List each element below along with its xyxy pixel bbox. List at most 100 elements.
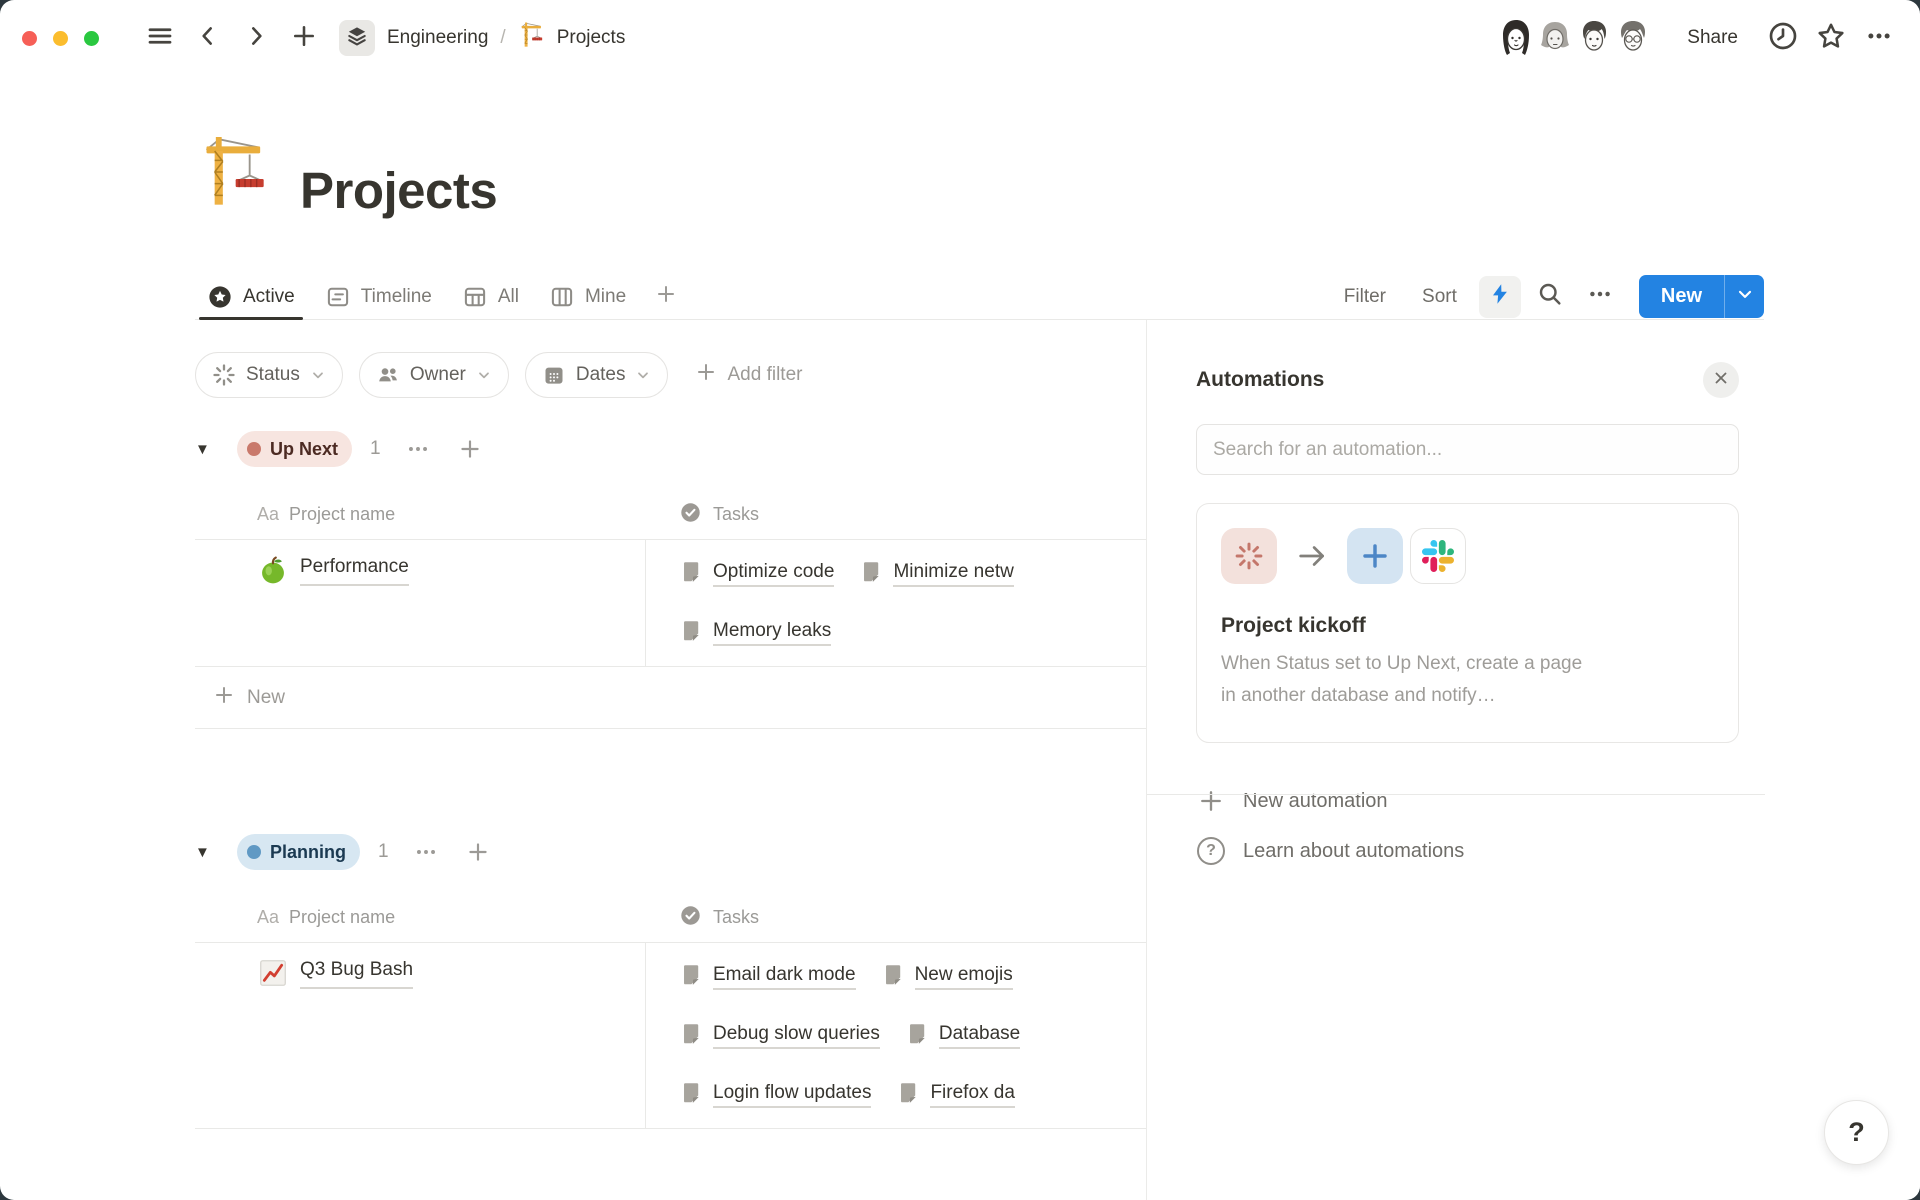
task-link[interactable]: Database bbox=[906, 1022, 1020, 1050]
tab-active[interactable]: Active bbox=[195, 274, 307, 319]
chevron-down-icon bbox=[310, 367, 326, 383]
automations-panel-header: Automations bbox=[1196, 362, 1739, 398]
automations-title: Automations bbox=[1196, 368, 1324, 392]
filter-chip-owner[interactable]: Owner bbox=[359, 352, 509, 398]
task-label: Email dark mode bbox=[713, 964, 856, 990]
column-label: Tasks bbox=[713, 907, 759, 928]
favorite-button[interactable] bbox=[1812, 19, 1850, 57]
task-link[interactable]: New emojis bbox=[882, 963, 1013, 991]
table-row[interactable]: Q3 Bug Bash Email dark mode New emojis D… bbox=[195, 943, 1146, 1129]
column-header-project-name[interactable]: Aa Project name bbox=[195, 907, 645, 928]
star-icon bbox=[1815, 20, 1847, 57]
group-more-button[interactable] bbox=[405, 436, 431, 462]
filter-chip-label: Dates bbox=[576, 364, 626, 386]
forward-button[interactable] bbox=[239, 21, 273, 55]
group-more-button[interactable] bbox=[413, 839, 439, 865]
task-label: Minimize netw bbox=[893, 561, 1013, 587]
zoom-window-button[interactable] bbox=[84, 31, 99, 46]
add-filter-label: Add filter bbox=[727, 364, 802, 386]
check-circle-icon bbox=[679, 501, 702, 529]
task-link[interactable]: Firefox da bbox=[897, 1081, 1014, 1109]
column-header-tasks[interactable]: Tasks bbox=[645, 501, 1146, 529]
column-header-project-name[interactable]: Aa Project name bbox=[195, 504, 645, 525]
task-link[interactable]: Debug slow queries bbox=[680, 1022, 880, 1050]
workspace-icon[interactable] bbox=[339, 20, 375, 56]
filter-bar: Status Owner Dates Add filter bbox=[195, 352, 812, 398]
table-icon bbox=[462, 284, 488, 310]
green-apple-icon bbox=[257, 554, 289, 591]
filter-button[interactable]: Filter bbox=[1330, 286, 1400, 308]
automation-search[interactable] bbox=[1196, 424, 1739, 475]
tab-all[interactable]: All bbox=[450, 274, 531, 319]
status-pill[interactable]: Up Next bbox=[237, 431, 352, 467]
new-record-label[interactable]: New bbox=[1639, 275, 1724, 318]
new-automation-button[interactable]: New automation bbox=[1196, 787, 1739, 815]
tab-label: All bbox=[498, 286, 519, 308]
collapse-triangle-icon[interactable]: ▼ bbox=[195, 844, 221, 861]
task-link[interactable]: Optimize code bbox=[680, 560, 834, 588]
breadcrumb-workspace-label: Engineering bbox=[387, 27, 488, 49]
group-add-button[interactable] bbox=[465, 839, 491, 865]
filter-chip-status[interactable]: Status bbox=[195, 352, 343, 398]
collapse-triangle-icon[interactable]: ▼ bbox=[195, 441, 221, 458]
breadcrumb-workspace[interactable]: Engineering bbox=[387, 27, 488, 49]
slack-icon bbox=[1410, 528, 1466, 584]
tab-mine[interactable]: Mine bbox=[537, 274, 638, 319]
new-record-button[interactable]: New bbox=[1639, 275, 1764, 318]
status-pill[interactable]: Planning bbox=[237, 834, 360, 870]
page-more-button[interactable] bbox=[1860, 19, 1898, 57]
minimize-window-button[interactable] bbox=[53, 31, 68, 46]
help-button[interactable]: ? bbox=[1824, 1100, 1889, 1165]
filter-chip-label: Owner bbox=[410, 364, 466, 386]
lightning-bolt-icon bbox=[1488, 282, 1512, 311]
back-button[interactable] bbox=[191, 21, 225, 55]
group-header: ▼ Up Next 1 bbox=[195, 430, 1146, 468]
column-header-tasks[interactable]: Tasks bbox=[645, 904, 1146, 932]
filter-chip-dates[interactable]: Dates bbox=[525, 352, 669, 398]
project-title-link[interactable]: Q3 Bug Bash bbox=[300, 955, 413, 989]
share-button[interactable]: Share bbox=[1687, 27, 1738, 49]
tasks-cell: Email dark mode New emojis Debug slow qu… bbox=[645, 943, 1146, 1128]
view-more-button[interactable] bbox=[1579, 276, 1621, 318]
sort-button[interactable]: Sort bbox=[1408, 286, 1471, 308]
avatar[interactable] bbox=[1492, 14, 1540, 62]
crane-icon-large[interactable] bbox=[196, 130, 280, 219]
tab-label: Timeline bbox=[361, 286, 432, 308]
updates-button[interactable] bbox=[1764, 19, 1802, 57]
table-row[interactable]: Performance Optimize code Minimize netw … bbox=[195, 540, 1146, 667]
group-planning: ▼ Planning 1 Aa Project name Tasks bbox=[195, 833, 1146, 1129]
new-page-button[interactable] bbox=[287, 21, 321, 55]
task-link[interactable]: Memory leaks bbox=[680, 619, 831, 647]
tab-timeline[interactable]: Timeline bbox=[313, 274, 444, 319]
project-name-cell[interactable]: Q3 Bug Bash bbox=[195, 943, 645, 1128]
breadcrumb-separator: / bbox=[498, 27, 507, 49]
plus-icon bbox=[694, 360, 718, 390]
column-label: Tasks bbox=[713, 504, 759, 525]
group-name: Planning bbox=[270, 842, 346, 863]
automations-button[interactable] bbox=[1479, 276, 1521, 318]
database-view: ▼ Up Next 1 Aa Project name Tasks bbox=[195, 430, 1146, 1200]
status-spinner-icon bbox=[212, 363, 236, 387]
sidebar-toggle-button[interactable] bbox=[143, 21, 177, 55]
project-name-cell[interactable]: Performance bbox=[195, 540, 645, 666]
new-row-label: New bbox=[247, 687, 285, 709]
new-record-dropdown[interactable] bbox=[1724, 275, 1764, 318]
task-link[interactable]: Email dark mode bbox=[680, 963, 856, 991]
automations-panel-footer: New automation ? Learn about automations bbox=[1196, 787, 1739, 865]
search-button[interactable] bbox=[1529, 276, 1571, 318]
plus-icon bbox=[1196, 787, 1226, 815]
task-link[interactable]: Minimize netw bbox=[860, 560, 1013, 588]
close-window-button[interactable] bbox=[22, 31, 37, 46]
group-add-button[interactable] bbox=[457, 436, 483, 462]
close-panel-button[interactable] bbox=[1703, 362, 1739, 398]
breadcrumb-page[interactable]: Projects bbox=[518, 20, 626, 56]
automation-search-input[interactable] bbox=[1197, 439, 1738, 461]
project-title-link[interactable]: Performance bbox=[300, 552, 409, 586]
automation-card[interactable]: Project kickoff When Status set to Up Ne… bbox=[1196, 503, 1739, 743]
add-filter-button[interactable]: Add filter bbox=[684, 360, 812, 390]
learn-about-automations-link[interactable]: ? Learn about automations bbox=[1196, 837, 1739, 865]
task-link[interactable]: Login flow updates bbox=[680, 1081, 871, 1109]
add-view-button[interactable] bbox=[644, 282, 688, 311]
chevron-down-icon bbox=[635, 367, 651, 383]
new-row-button[interactable]: New bbox=[195, 667, 1146, 729]
